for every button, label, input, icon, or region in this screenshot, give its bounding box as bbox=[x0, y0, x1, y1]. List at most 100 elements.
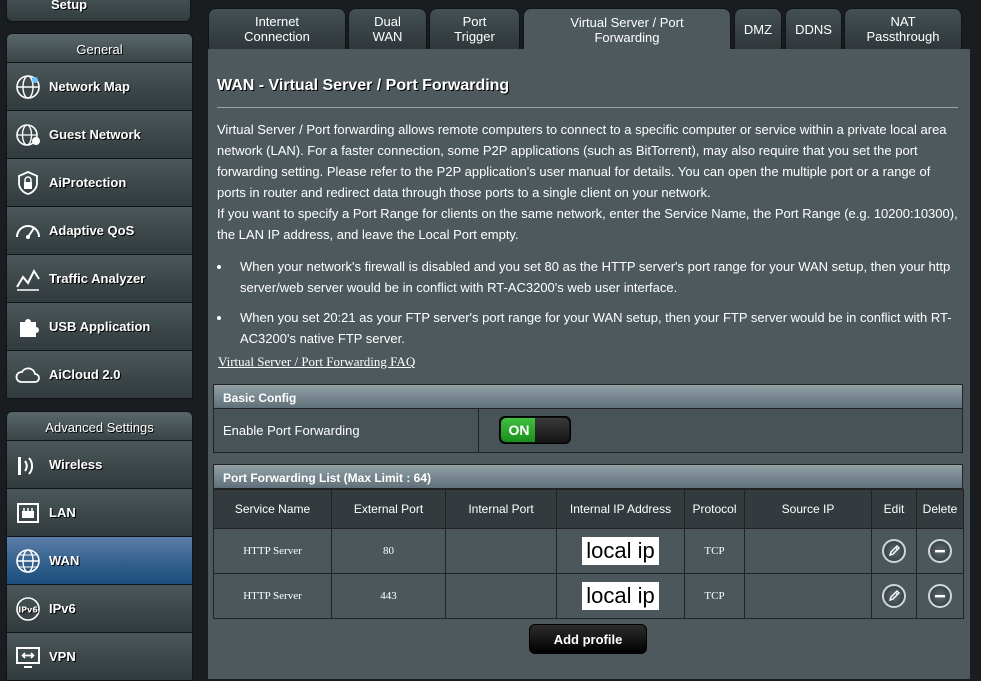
column-header: Edit bbox=[871, 489, 917, 529]
delete-button[interactable] bbox=[928, 584, 952, 608]
sidebar-item-wireless[interactable]: Wireless bbox=[6, 441, 193, 489]
sidebar-item-label: LAN bbox=[49, 505, 76, 520]
port-forwarding-toggle[interactable]: ON bbox=[499, 416, 571, 444]
external-port-cell: 80 bbox=[331, 528, 446, 574]
sidebar-item-traffic-analyzer[interactable]: Traffic Analyzer bbox=[6, 255, 193, 303]
minus-icon bbox=[935, 595, 945, 598]
tab-dmz[interactable]: DMZ bbox=[734, 8, 782, 49]
sidebar-item-label: Guest Network bbox=[49, 127, 141, 142]
sidebar-item-label: USB Application bbox=[49, 319, 151, 334]
column-header: Protocol bbox=[684, 489, 745, 529]
sidebar-item-aicloud[interactable]: AiCloud 2.0 bbox=[6, 351, 193, 399]
column-header: Delete bbox=[916, 489, 964, 529]
edit-cell bbox=[871, 573, 917, 619]
sidebar-item-label: VPN bbox=[49, 649, 76, 664]
tab-port-trigger[interactable]: Port Trigger bbox=[429, 8, 520, 49]
tab-nat-passthrough[interactable]: NAT Passthrough bbox=[844, 8, 962, 49]
source-ip-cell bbox=[744, 528, 872, 574]
quick-setup-button[interactable]: Setup bbox=[6, 0, 191, 22]
lan-icon bbox=[13, 498, 43, 528]
general-title: General bbox=[6, 33, 193, 63]
svg-text:IPv6: IPv6 bbox=[18, 605, 38, 614]
cloud-icon bbox=[13, 360, 43, 390]
conflict-notes: When your network's firewall is disabled… bbox=[217, 256, 977, 358]
tab-label: Port Trigger bbox=[454, 14, 495, 44]
column-header: Source IP bbox=[744, 489, 872, 529]
toggle-knob bbox=[535, 418, 569, 442]
service-name-cell: HTTP Server bbox=[213, 573, 332, 619]
basic-config-header: Basic Config bbox=[213, 384, 963, 409]
general-menu: General Network Map Guest Network AiProt… bbox=[6, 33, 193, 399]
lock-shield-icon bbox=[13, 168, 43, 198]
tab-label: Dual WAN bbox=[372, 14, 403, 44]
internal-ip-value: local ip bbox=[582, 582, 659, 610]
tab-label: NAT Passthrough bbox=[866, 14, 940, 44]
sidebar-item-label: Adaptive QoS bbox=[49, 223, 135, 238]
tab-label: Virtual Server / Port Forwarding bbox=[570, 14, 684, 45]
tab-internet-connection[interactable]: Internet Connection bbox=[208, 8, 346, 49]
column-header: Internal IP Address bbox=[556, 489, 685, 529]
tab-label: DMZ bbox=[743, 21, 773, 37]
sidebar-item-usb-application[interactable]: USB Application bbox=[6, 303, 193, 351]
globe-network-icon bbox=[13, 72, 43, 102]
internal-ip-cell: local ip bbox=[556, 573, 685, 619]
internal-port-cell bbox=[445, 528, 557, 574]
source-ip-cell bbox=[744, 573, 872, 619]
tab-dual-wan[interactable]: Dual WAN bbox=[348, 8, 427, 49]
advanced-menu: Advanced Settings Wireless LAN WAN IPv6 … bbox=[6, 411, 193, 681]
column-header: Service Name bbox=[213, 489, 332, 529]
faq-link[interactable]: Virtual Server / Port Forwarding FAQ bbox=[218, 354, 415, 370]
ipv6-icon: IPv6 bbox=[13, 594, 43, 624]
protocol-cell: TCP bbox=[684, 528, 745, 574]
edit-cell bbox=[871, 528, 917, 574]
pencil-icon bbox=[888, 545, 900, 557]
port-list-header: Port Forwarding List (Max Limit : 64) bbox=[213, 464, 963, 489]
sidebar-item-aiprotection[interactable]: AiProtection bbox=[6, 159, 193, 207]
tab-label: DDNS bbox=[795, 21, 832, 37]
advanced-title: Advanced Settings bbox=[6, 411, 193, 441]
internal-port-cell bbox=[445, 573, 557, 619]
tab-ddns[interactable]: DDNS bbox=[785, 8, 842, 49]
service-name-cell: HTTP Server bbox=[213, 528, 332, 574]
tab-virtual-server[interactable]: Virtual Server / Port Forwarding bbox=[523, 8, 731, 50]
table-row: HTTP Server 443 local ip TCP bbox=[213, 573, 964, 619]
external-port-cell: 443 bbox=[331, 573, 446, 619]
toggle-on-label: ON bbox=[501, 418, 537, 442]
sidebar-item-lan[interactable]: LAN bbox=[6, 489, 193, 537]
title-divider bbox=[217, 107, 958, 108]
delete-cell bbox=[916, 528, 964, 574]
note-item: When your network's firewall is disabled… bbox=[232, 256, 977, 298]
speedometer-icon bbox=[13, 216, 43, 246]
enable-port-forwarding-row: Enable Port Forwarding ON bbox=[213, 409, 963, 453]
table-header-row: Service Name External Port Internal Port… bbox=[213, 489, 964, 529]
sidebar-item-label: Traffic Analyzer bbox=[49, 271, 146, 286]
edit-button[interactable] bbox=[882, 539, 906, 563]
description-text-1: Virtual Server / Port forwarding allows … bbox=[217, 122, 947, 200]
delete-cell bbox=[916, 573, 964, 619]
delete-button[interactable] bbox=[928, 539, 952, 563]
wifi-icon bbox=[13, 450, 43, 480]
description-text-2: If you want to specify a Port Range for … bbox=[217, 206, 958, 242]
sidebar-item-adaptive-qos[interactable]: Adaptive QoS bbox=[6, 207, 193, 255]
vpn-icon bbox=[13, 642, 43, 672]
puzzle-icon bbox=[13, 312, 43, 342]
protocol-cell: TCP bbox=[684, 573, 745, 619]
add-profile-button[interactable]: Add profile bbox=[529, 624, 647, 654]
edit-button[interactable] bbox=[882, 584, 906, 608]
table-row: HTTP Server 80 local ip TCP bbox=[213, 528, 964, 574]
globe-icon bbox=[13, 546, 43, 576]
sidebar-item-ipv6[interactable]: IPv6 IPv6 bbox=[6, 585, 193, 633]
minus-icon bbox=[935, 550, 945, 553]
sidebar-item-label: Wireless bbox=[49, 457, 103, 472]
internal-ip-value: local ip bbox=[582, 537, 659, 565]
sidebar-item-label: AiProtection bbox=[49, 175, 127, 190]
sidebar-item-guest-network[interactable]: Guest Network bbox=[6, 111, 193, 159]
sidebar-item-network-map[interactable]: Network Map bbox=[6, 63, 193, 111]
tab-label: Internet Connection bbox=[244, 14, 310, 44]
sidebar-item-label: AiCloud 2.0 bbox=[49, 367, 121, 382]
note-item: When you set 20:21 as your FTP server's … bbox=[232, 307, 977, 349]
sidebar-item-wan[interactable]: WAN bbox=[6, 537, 193, 585]
description: Virtual Server / Port forwarding allows … bbox=[217, 119, 962, 245]
internal-ip-cell: local ip bbox=[556, 528, 685, 574]
sidebar-item-label: Network Map bbox=[49, 79, 130, 94]
